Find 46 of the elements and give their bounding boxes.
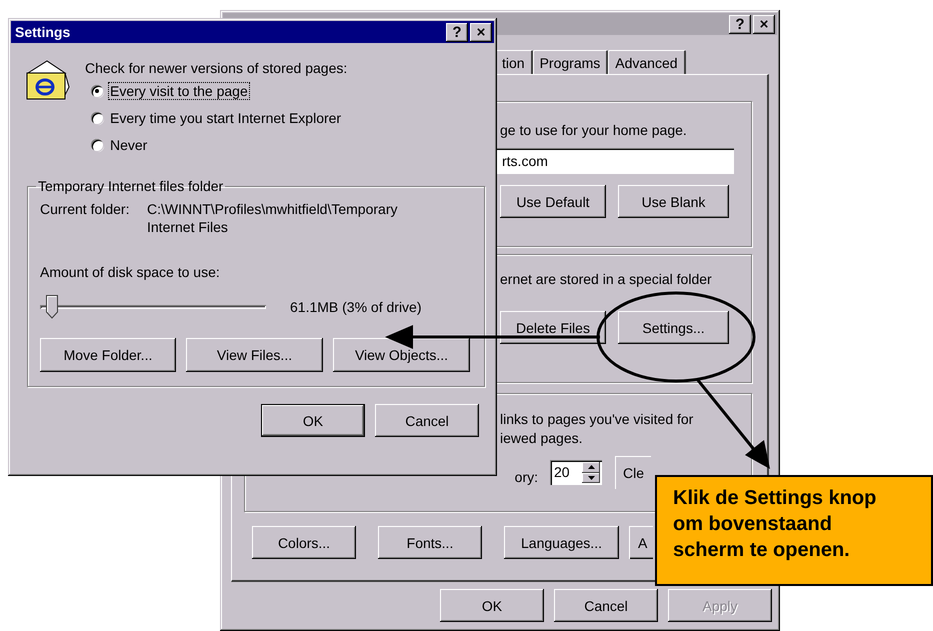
help-button[interactable]: ? (729, 14, 751, 34)
push-button[interactable]: View Files... (186, 338, 323, 372)
push-button[interactable]: View Objects... (333, 338, 470, 372)
field-label: Amount of disk space to use: (40, 264, 221, 280)
dialog-button[interactable]: Cancel (375, 404, 479, 437)
option-label[interactable]: Every visit to the page (109, 83, 249, 99)
tab[interactable]: Programs (532, 50, 608, 74)
close-button[interactable]: × (753, 14, 775, 34)
disk-space-reading: 61.1MB (3% of drive) (290, 299, 422, 315)
option-label[interactable]: Never (109, 137, 148, 153)
days-label: ory: (514, 468, 538, 484)
option-label[interactable]: Every time you start Internet Explorer (109, 110, 342, 126)
down-arrow-icon (588, 476, 594, 480)
description-text: ge to use for your home page. (500, 122, 688, 138)
push-button[interactable]: Languages... (504, 526, 619, 559)
push-button[interactable]: Move Folder... (40, 338, 176, 372)
days-spinner[interactable]: 20 (550, 460, 602, 485)
callout-note: Klik de Settings knop om bovenstaand scherm te openen. (655, 475, 933, 586)
dialog-button[interactable]: Cancel (554, 589, 658, 622)
group-title: Temporary Internet files folder (37, 178, 224, 194)
prompt-text: Check for newer versions of stored pages: (85, 60, 348, 76)
tab[interactable]: Advanced (608, 50, 686, 74)
radio-button[interactable] (91, 139, 103, 151)
dialog-title: Settings (15, 24, 70, 40)
settings-button[interactable]: Settings... (618, 311, 729, 344)
close-button[interactable]: × (470, 22, 492, 42)
radio-button[interactable] (91, 112, 103, 124)
slider-thumb[interactable] (46, 295, 58, 319)
push-button[interactable]: Use Default (500, 185, 606, 218)
push-button[interactable]: Fonts... (378, 526, 482, 559)
push-button[interactable]: Cle (615, 456, 651, 489)
up-arrow-icon (588, 465, 594, 470)
description-text: iewed pages. (500, 429, 584, 448)
push-button[interactable]: A (629, 526, 653, 559)
folder-path: C:\WINNT\Profiles\mwhitfield\Temporary Internet Files (147, 200, 398, 236)
dialog-button[interactable]: OK (261, 404, 365, 437)
disk-space-slider[interactable] (40, 294, 266, 320)
dialog-button[interactable]: OK (440, 589, 544, 622)
push-button[interactable]: Use Blank (618, 185, 729, 218)
push-button[interactable]: Colors... (252, 526, 356, 559)
description-text: links to pages you've visited for (500, 410, 694, 429)
description-text: ernet are stored in a special folder (500, 271, 713, 287)
radio-button[interactable] (91, 85, 103, 97)
field-label: Current folder: (40, 200, 130, 219)
help-button[interactable]: ? (446, 22, 468, 42)
tab[interactable]: tion (495, 50, 533, 74)
